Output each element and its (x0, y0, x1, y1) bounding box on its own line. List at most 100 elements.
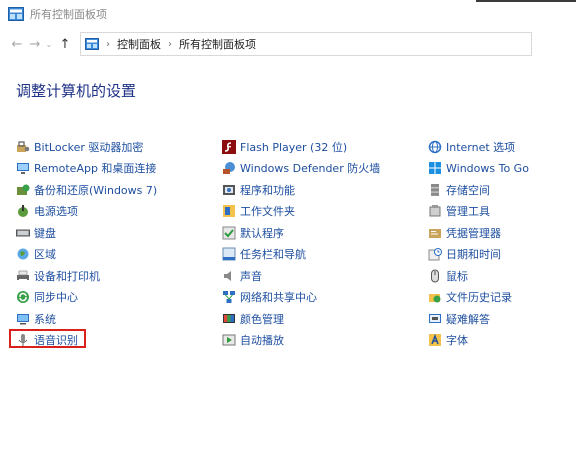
item-work-folders[interactable]: 工作文件夹 (222, 201, 380, 223)
autoplay-icon (222, 334, 236, 346)
up-arrow-icon: ↑ (59, 36, 71, 52)
item-label: 程序和功能 (240, 183, 295, 197)
bitlocker-icon (17, 141, 30, 152)
work-folders-icon (223, 205, 235, 218)
item-label: 自动播放 (240, 334, 284, 348)
page-heading: 调整计算机的设置 (16, 82, 137, 100)
breadcrumb-separator: › (168, 38, 172, 50)
recent-locations-dropdown[interactable]: ⌄ (44, 40, 54, 49)
up-button[interactable]: ↑ (56, 35, 74, 53)
item-flash-player[interactable]: Flash Player (32 位) (222, 136, 380, 158)
item-power[interactable]: 电源选项 (16, 201, 157, 223)
navigation-bar: ← → ⌄ ↑ › 控制面板 › 所有控制面板项 (0, 30, 576, 58)
item-label: 管理工具 (446, 205, 490, 219)
title-bar: 所有控制面板项 (0, 0, 576, 28)
items-column-3: Internet 选项 Windows To Go 存储空间 管理工具 凭据管理… (428, 136, 529, 351)
item-bitlocker[interactable]: BitLocker 驱动器加密 (16, 136, 157, 158)
back-button[interactable]: ← (8, 35, 26, 53)
network-icon (223, 291, 235, 304)
back-arrow-icon: ← (11, 36, 23, 52)
item-credential-manager[interactable]: 凭据管理器 (428, 222, 529, 244)
item-sound[interactable]: 声音 (222, 265, 380, 287)
credential-manager-icon (429, 228, 441, 238)
date-time-icon (428, 248, 442, 261)
item-file-history[interactable]: 文件历史记录 (428, 287, 529, 309)
item-default-programs[interactable]: 默认程序 (222, 222, 380, 244)
item-backup[interactable]: 备份和还原(Windows 7) (16, 179, 157, 201)
item-label: Windows Defender 防火墙 (240, 162, 381, 176)
item-label: 存储空间 (446, 183, 490, 197)
item-label: 凭据管理器 (446, 226, 501, 240)
item-network[interactable]: 网络和共享中心 (222, 287, 380, 309)
breadcrumb-all-items[interactable]: 所有控制面板项 (179, 36, 256, 52)
item-troubleshooting[interactable]: 疑难解答 (428, 308, 529, 330)
control-panel-icon (8, 7, 24, 21)
mouse-icon (431, 269, 439, 283)
sync-center-icon (17, 291, 29, 304)
breadcrumb-separator: › (106, 38, 110, 50)
address-bar[interactable]: › 控制面板 › 所有控制面板项 (80, 32, 532, 56)
windows-to-go-icon (429, 162, 441, 175)
item-devices-printers[interactable]: 设备和打印机 (16, 265, 157, 287)
item-label: 字体 (446, 334, 468, 348)
file-history-icon (429, 294, 441, 303)
item-taskbar[interactable]: 任务栏和导航 (222, 244, 380, 266)
item-windows-to-go[interactable]: Windows To Go (428, 158, 529, 180)
power-icon (18, 205, 28, 218)
highlight-box (9, 329, 86, 348)
speaker-icon (224, 270, 231, 281)
item-label: 文件历史记录 (446, 291, 512, 305)
chevron-down-icon: ⌄ (45, 39, 53, 49)
item-mouse[interactable]: 鼠标 (428, 265, 529, 287)
item-admin-tools[interactable]: 管理工具 (428, 201, 529, 223)
item-label: 键盘 (34, 226, 56, 240)
item-label: 日期和时间 (446, 248, 501, 262)
item-label: 工作文件夹 (240, 205, 295, 219)
item-label: Windows To Go (446, 161, 529, 175)
items-column-1: BitLocker 驱动器加密 RemoteApp 和桌面连接 备份和还原(Wi… (16, 136, 157, 351)
item-internet-options[interactable]: Internet 选项 (428, 136, 529, 158)
item-label: Internet 选项 (446, 140, 516, 154)
backup-icon (17, 184, 30, 195)
item-date-time[interactable]: 日期和时间 (428, 244, 529, 266)
item-label: 鼠标 (446, 269, 468, 283)
item-system[interactable]: 系统 (16, 308, 157, 330)
forward-arrow-icon: → (29, 36, 41, 52)
item-label: BitLocker 驱动器加密 (34, 140, 144, 154)
item-color-management[interactable]: 颜色管理 (222, 308, 380, 330)
troubleshooting-icon (429, 313, 441, 323)
system-icon (17, 313, 29, 325)
item-fonts[interactable]: 字体 (428, 330, 529, 352)
flash-player-icon (222, 139, 236, 154)
item-keyboard[interactable]: 键盘 (16, 222, 157, 244)
item-storage-spaces[interactable]: 存储空间 (428, 179, 529, 201)
programs-icon (223, 184, 235, 195)
item-label: 任务栏和导航 (240, 248, 306, 262)
devices-printers-icon (17, 270, 29, 282)
item-programs[interactable]: 程序和功能 (222, 179, 380, 201)
forward-button[interactable]: → (26, 35, 44, 53)
item-autoplay[interactable]: 自动播放 (222, 330, 380, 352)
color-management-icon (223, 313, 235, 323)
item-label: 颜色管理 (240, 312, 284, 326)
item-label: 区域 (34, 248, 56, 262)
item-firewall[interactable]: Windows Defender 防火墙 (222, 158, 380, 180)
fonts-icon (429, 334, 441, 347)
item-remoteapp[interactable]: RemoteApp 和桌面连接 (16, 158, 157, 180)
window-edge (476, 0, 576, 2)
taskbar-icon (222, 247, 236, 261)
remoteapp-icon (17, 163, 29, 175)
item-label: 疑难解答 (446, 312, 490, 326)
items-column-2: Flash Player (32 位) Windows Defender 防火墙… (222, 136, 380, 351)
breadcrumb-control-panel[interactable]: 控制面板 (117, 36, 161, 52)
control-panel-icon (85, 38, 99, 50)
item-region[interactable]: 区域 (16, 244, 157, 266)
storage-spaces-icon (431, 183, 439, 196)
item-sync-center[interactable]: 同步中心 (16, 287, 157, 309)
internet-options-icon (428, 140, 442, 153)
item-label: 网络和共享中心 (240, 291, 317, 305)
item-label: 默认程序 (240, 226, 284, 240)
firewall-icon (223, 162, 235, 175)
item-label: 声音 (240, 269, 262, 283)
item-label: 设备和打印机 (34, 269, 100, 283)
